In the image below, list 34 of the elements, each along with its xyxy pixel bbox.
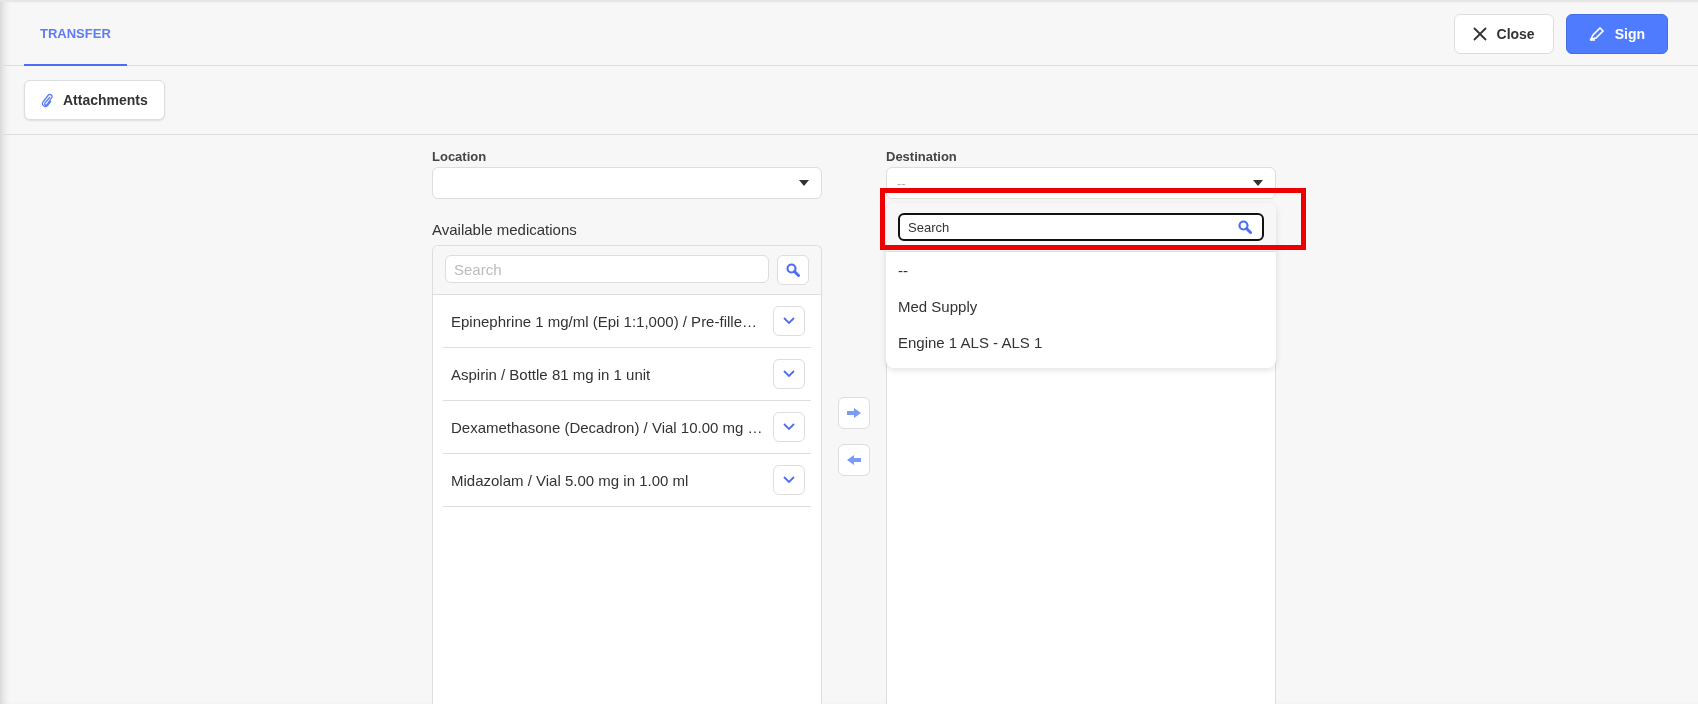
move-right-button[interactable] [838,397,870,429]
pen-icon [1588,26,1605,41]
chevron-down-icon [783,370,795,378]
caret-icon [1253,180,1263,186]
search-icon [786,263,800,277]
chevron-down-icon [783,423,795,431]
dropdown-option[interactable]: Engine 1 ALS - ALS 1 [886,324,1276,360]
dropdown-option[interactable]: Med Supply [886,288,1276,324]
arrow-left-icon [847,455,861,465]
move-left-button[interactable] [838,444,870,476]
expand-button[interactable] [773,412,805,442]
medication-name[interactable]: Aspirin / Bottle 81 mg in 1 unit [451,365,651,383]
medication-name[interactable]: Dexamethasone (Decadron) / Vial 10.00 mg … [451,418,763,436]
field-label: Destination [886,149,958,166]
chevron-down-icon [783,317,795,325]
caret-icon [799,180,809,186]
sign-button[interactable]: Sign [1565,13,1668,54]
attachments-button[interactable]: Attachments [24,80,165,120]
field-label: Location [432,149,488,166]
medication-name[interactable]: Midazolam / Vial 5.00 mg in 1.00 ml [451,471,689,489]
search-field[interactable]: Search [898,213,1264,241]
close-icon [1472,26,1487,41]
arrow-right-icon [847,408,861,418]
expand-button[interactable] [773,306,805,336]
section-title: Available medications [432,221,578,240]
medication-name[interactable]: Epinephrine 1 mg/ml (Epi 1:1,000) / Pre-fille… [451,312,757,330]
paperclip-icon [41,92,53,108]
dropdown-option[interactable]: -- [886,252,1276,288]
expand-button[interactable] [773,465,805,495]
close-button[interactable]: Close [1453,13,1554,54]
expand-button[interactable] [773,359,805,389]
search-button[interactable] [777,255,809,285]
chevron-down-icon [783,476,795,484]
search-icon [1238,220,1252,234]
